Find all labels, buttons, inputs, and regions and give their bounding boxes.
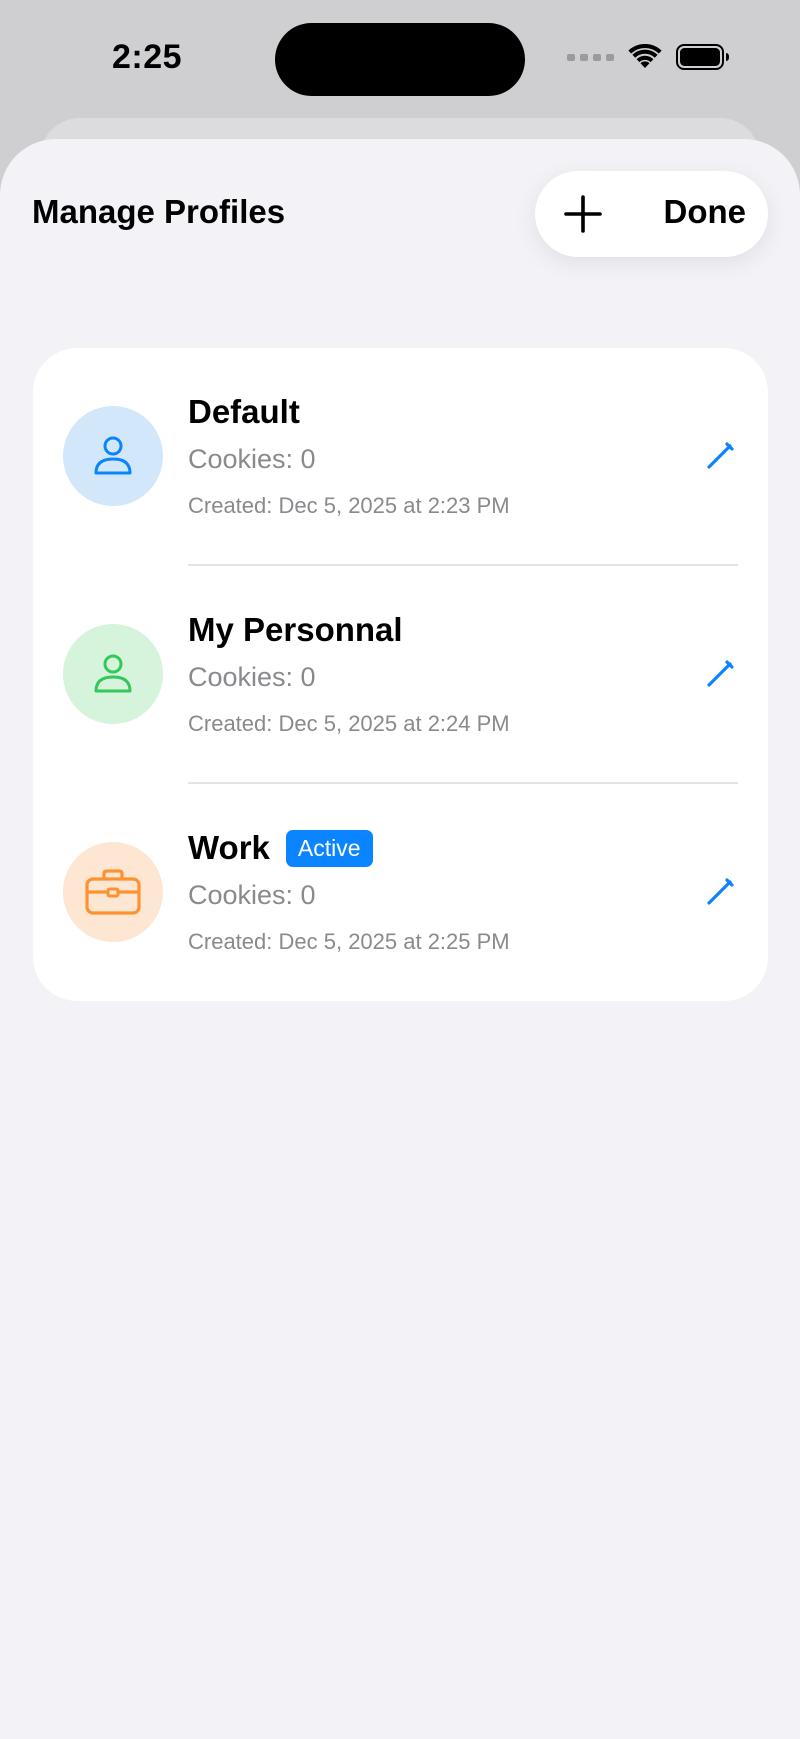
profile-avatar xyxy=(63,406,163,506)
profile-row-my-personnal[interactable]: My Personnal Cookies: 0 Created: Dec 5, … xyxy=(33,566,768,784)
add-profile-button[interactable] xyxy=(553,184,613,244)
status-bar: 2:25 xyxy=(0,0,800,120)
profile-cookies: Cookies: 0 xyxy=(188,880,316,910)
status-icons xyxy=(567,44,730,70)
pencil-icon xyxy=(707,442,734,469)
battery-icon xyxy=(676,44,729,70)
pencil-icon xyxy=(707,660,734,687)
briefcase-icon xyxy=(85,869,141,915)
status-time: 2:25 xyxy=(112,38,183,76)
profile-cookies: Cookies: 0 xyxy=(188,444,316,474)
profile-name: My Personnal xyxy=(188,611,403,648)
profiles-list: Default Cookies: 0 Created: Dec 5, 2025 … xyxy=(33,348,768,1001)
done-button[interactable]: Done xyxy=(664,193,747,231)
profile-name-line: My Personnal xyxy=(188,611,403,649)
profile-name: Default xyxy=(188,393,300,430)
toolbar-pill: Done xyxy=(535,171,768,257)
profile-cookies: Cookies: 0 xyxy=(188,662,316,692)
profile-name: Work xyxy=(188,829,270,866)
profile-created-date: Created: Dec 5, 2025 at 2:24 PM xyxy=(188,711,510,736)
cellular-signal-icon xyxy=(567,53,614,61)
page-title: Manage Profiles xyxy=(32,193,286,230)
profile-created-date: Created: Dec 5, 2025 at 2:25 PM xyxy=(188,929,510,954)
edit-profile-button[interactable] xyxy=(700,872,740,912)
profile-avatar xyxy=(63,624,163,724)
dynamic-island xyxy=(275,23,525,96)
person-icon xyxy=(94,436,132,475)
profile-created-date: Created: Dec 5, 2025 at 2:23 PM xyxy=(188,493,510,518)
active-badge: Active xyxy=(285,829,373,867)
person-icon xyxy=(94,654,132,693)
manage-profiles-sheet: Manage Profiles Done Default Cookies: 0 … xyxy=(0,139,800,1739)
profile-avatar xyxy=(63,842,163,942)
profile-name-line: Default xyxy=(188,393,300,431)
edit-profile-button[interactable] xyxy=(700,654,740,694)
profile-name-line: Work Active xyxy=(188,829,373,867)
plus-icon xyxy=(564,195,602,233)
profile-row-work[interactable]: Work Active Cookies: 0 Created: Dec 5, 2… xyxy=(33,784,768,1001)
profile-row-default[interactable]: Default Cookies: 0 Created: Dec 5, 2025 … xyxy=(33,348,768,566)
edit-profile-button[interactable] xyxy=(700,436,740,476)
wifi-icon xyxy=(628,44,662,68)
pencil-icon xyxy=(707,878,734,905)
